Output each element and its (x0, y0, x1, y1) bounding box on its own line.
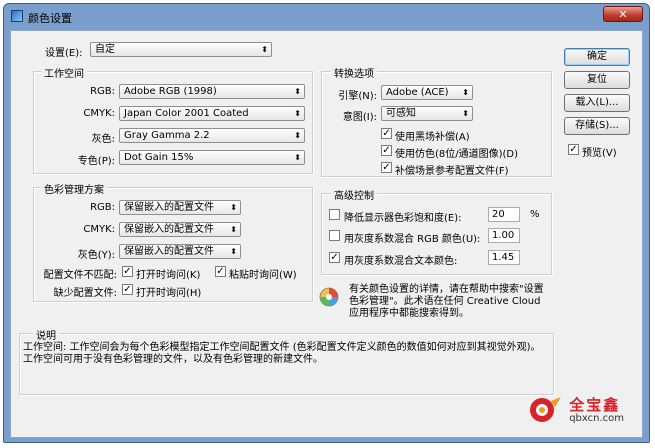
intent-value: 可感知 (386, 108, 416, 119)
save-button[interactable]: 存储(S)... (564, 117, 630, 135)
mismatch-ask-paste-checkbox[interactable]: ✓ (215, 266, 226, 277)
black-point-compensation-label: 使用黑场补偿(A) (395, 132, 470, 143)
cm-rgb-select[interactable]: 保留嵌入的配置文件 ⬍ (119, 200, 241, 215)
ws-gray-select[interactable]: Gray Gamma 2.2 ⬍ (119, 128, 305, 143)
blend-rgb-label: 用灰度系数混合 RGB 颜色(U): (344, 234, 481, 245)
mismatch-ask-paste-label: 粘贴时询问(W) (229, 270, 297, 281)
ws-cmyk-value: Japan Color 2001 Coated (124, 108, 249, 119)
reset-button[interactable]: 复位 (564, 71, 630, 89)
load-button[interactable]: 载入(L)... (564, 94, 630, 112)
ws-cmyk-select[interactable]: Japan Color 2001 Coated ⬍ (119, 106, 305, 121)
dropdown-arrow-icon: ⬍ (230, 247, 237, 256)
window-title: 颜色设置 (28, 12, 72, 25)
black-point-compensation-checkbox[interactable]: ✓ (381, 128, 392, 139)
color-settings-window: 颜色设置 ✕ 设置(E): 自定 ⬍ 工作空间 RGB: Adobe RGB (… (3, 3, 650, 443)
ws-rgb-label: RGB: (90, 86, 115, 97)
description-title: 说明 (33, 327, 59, 342)
desaturate-unit: % (530, 209, 540, 220)
dropdown-arrow-icon: ⬍ (230, 225, 237, 234)
working-spaces-title: 工作空间 (41, 65, 87, 80)
settings-label: 设置(E): (45, 48, 83, 59)
scene-referred-checkbox[interactable]: ✓ (381, 162, 392, 173)
dither-checkbox[interactable]: ✓ (381, 145, 392, 156)
preview-checkbox[interactable]: ✓ (568, 144, 579, 155)
cm-cmyk-label: CMYK: (83, 224, 115, 235)
missing-ask-open-checkbox[interactable]: ✓ (122, 284, 133, 295)
dropdown-arrow-icon: ⬍ (294, 87, 301, 96)
ws-cmyk-label: CMYK: (83, 108, 115, 119)
engine-select[interactable]: Adobe (ACE) ⬍ (381, 85, 473, 100)
blend-text-label: 用灰度系数混合文本颜色: (344, 256, 458, 267)
dropdown-arrow-icon: ⬍ (294, 131, 301, 140)
photoshop-app-icon (11, 10, 23, 22)
cm-gray-value: 保留嵌入的配置文件 (124, 246, 214, 257)
desaturate-checkbox[interactable] (329, 209, 340, 220)
info-text: 有关颜色设置的详情，请在帮助中搜索"设置色彩管理"。此术语在任何 Creativ… (349, 284, 544, 319)
description-text: 工作空间: 工作空间会为每个色彩模型指定工作空间配置文件 (色彩配置文件定义颜色… (23, 342, 541, 365)
cm-cmyk-value: 保留嵌入的配置文件 (124, 224, 214, 235)
cm-gray-label: 灰色(Y): (77, 250, 115, 261)
settings-value: 自定 (95, 44, 115, 55)
cm-rgb-value: 保留嵌入的配置文件 (124, 202, 214, 213)
conversion-options-title: 转换选项 (331, 65, 377, 80)
color-wheel-icon (319, 287, 339, 307)
mismatch-ask-open-label: 打开时询问(K) (136, 270, 201, 281)
dropdown-arrow-icon: ⬍ (230, 203, 237, 212)
ws-spot-label: 专色(P): (77, 156, 115, 167)
intent-label: 意图(I): (342, 112, 377, 123)
dropdown-arrow-icon: ⬍ (462, 88, 469, 97)
ws-gray-value: Gray Gamma 2.2 (124, 130, 210, 141)
dropdown-arrow-icon: ⬍ (294, 109, 301, 118)
watermark-url: qbxcn.com (569, 413, 624, 424)
scene-referred-label: 补偿场景参考配置文件(F) (395, 166, 509, 177)
engine-label: 引擎(N): (338, 91, 377, 102)
missing-ask-open-label: 打开时询问(H) (136, 288, 202, 299)
desaturate-input[interactable]: 20 (488, 207, 520, 222)
ws-rgb-select[interactable]: Adobe RGB (1998) ⬍ (119, 84, 305, 99)
watermark: 全宝鑫 qbxcn.com (530, 396, 624, 425)
intent-select[interactable]: 可感知 ⬍ (381, 106, 473, 121)
mismatch-ask-open-checkbox[interactable]: ✓ (122, 266, 133, 277)
blend-rgb-checkbox[interactable] (329, 230, 340, 241)
dropdown-arrow-icon: ⬍ (294, 153, 301, 162)
dropdown-arrow-icon: ⬍ (462, 109, 469, 118)
dither-label: 使用仿色(8位/通道图像)(D) (395, 149, 519, 160)
blend-text-checkbox[interactable]: ✓ (329, 252, 340, 263)
color-management-title: 色彩管理方案 (41, 181, 107, 196)
blend-text-input[interactable]: 1.45 (488, 250, 520, 265)
blend-rgb-input[interactable]: 1.00 (488, 228, 520, 243)
ws-gray-label: 灰色: (91, 134, 115, 145)
close-button[interactable]: ✕ (603, 6, 643, 22)
cm-cmyk-select[interactable]: 保留嵌入的配置文件 ⬍ (119, 222, 241, 237)
settings-select[interactable]: 自定 ⬍ (90, 42, 272, 57)
dialog-client: 设置(E): 自定 ⬍ 工作空间 RGB: Adobe RGB (1998) ⬍… (10, 30, 643, 438)
engine-value: Adobe (ACE) (386, 87, 449, 98)
preview-label: 预览(V) (582, 148, 617, 159)
watermark-name: 全宝鑫 (569, 396, 621, 414)
ws-rgb-value: Adobe RGB (1998) (124, 86, 217, 97)
desaturate-label: 降低显示器色彩饱和度(E): (344, 213, 462, 224)
watermark-logo-icon (530, 397, 562, 422)
ws-spot-select[interactable]: Dot Gain 15% ⬍ (119, 150, 305, 165)
ws-spot-value: Dot Gain 15% (124, 152, 194, 163)
cm-gray-select[interactable]: 保留嵌入的配置文件 ⬍ (119, 244, 241, 259)
title-bar[interactable]: 颜色设置 ✕ (4, 4, 649, 28)
cm-rgb-label: RGB: (90, 202, 115, 213)
dropdown-arrow-icon: ⬍ (261, 45, 268, 54)
advanced-controls-title: 高级控制 (331, 187, 377, 202)
mismatch-label: 配置文件不匹配: (43, 270, 117, 281)
ok-button[interactable]: 确定 (564, 48, 630, 66)
missing-label: 缺少配置文件: (53, 288, 117, 299)
